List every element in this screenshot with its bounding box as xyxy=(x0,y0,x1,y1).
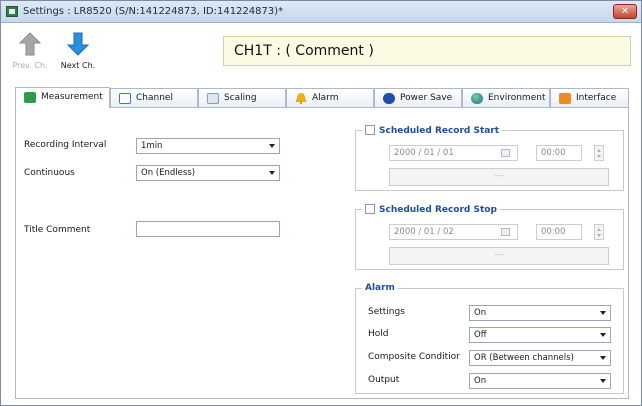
tab-environment[interactable]: Environment xyxy=(462,88,550,107)
tab-channel[interactable]: Channel xyxy=(110,88,198,107)
tab-label: Interface xyxy=(576,93,617,103)
next-channel-label: Next Ch. xyxy=(60,61,96,70)
next-channel-button[interactable]: Next Ch. xyxy=(57,30,97,76)
arrow-down-icon xyxy=(67,32,89,56)
tab-label: Environment xyxy=(488,93,546,103)
continuous-label: Continuous xyxy=(24,168,75,178)
alarm-group: Alarm Settings On Hold Off Composite Con… xyxy=(355,283,624,394)
rss-icon xyxy=(559,93,571,104)
app-icon xyxy=(6,6,18,17)
toolbar: Prev. Ch. Next Ch. CH1T : ( Comment ) xyxy=(1,24,641,82)
chevron-down-icon xyxy=(269,171,275,175)
tab-label: Scaling xyxy=(224,93,257,103)
chevron-down-icon xyxy=(600,379,606,383)
title-comment-input[interactable] xyxy=(136,221,280,237)
recording-interval-label: Recording Interval xyxy=(24,140,107,150)
scheduled-start-checkbox[interactable] xyxy=(365,125,375,135)
scheduled-stop-checkbox[interactable] xyxy=(365,204,375,214)
continuous-value: On (Endless) xyxy=(141,168,196,178)
tab-power-save[interactable]: Power Save xyxy=(374,88,462,107)
window-title: Settings : LR8520 (S/N:141224873, ID:141… xyxy=(23,6,284,17)
channel-icon xyxy=(119,93,131,104)
title-bar: Settings : LR8520 (S/N:141224873, ID:141… xyxy=(1,1,641,23)
arrow-up-icon xyxy=(19,32,41,56)
chevron-down-icon xyxy=(600,333,606,337)
recording-interval-value: 1min xyxy=(141,141,163,151)
stop-time-field[interactable]: 00:00 xyxy=(536,224,582,240)
title-comment-label: Title Comment xyxy=(24,225,91,235)
start-time-field[interactable]: 00:00 xyxy=(536,145,582,161)
alarm-composite-label: Composite Conditior xyxy=(368,352,460,362)
tab-bar: Measurement Channel Scaling Alarm Power … xyxy=(15,87,629,108)
recording-interval-select[interactable]: 1min xyxy=(136,138,280,154)
alarm-bell-icon xyxy=(295,93,307,104)
close-button[interactable]: ✕ xyxy=(613,4,637,19)
alarm-hold-select[interactable]: Off xyxy=(469,327,611,343)
stop-extra-button[interactable]: --- xyxy=(389,247,609,265)
measurement-icon xyxy=(24,92,36,103)
start-extra-button[interactable]: --- xyxy=(389,168,609,186)
alarm-settings-label: Settings xyxy=(368,307,405,317)
stop-date-field[interactable]: 2000 / 01 / 02 xyxy=(389,224,518,240)
tab-label: Measurement xyxy=(41,92,103,102)
tab-interface[interactable]: Interface xyxy=(550,88,629,107)
alarm-output-label: Output xyxy=(368,375,400,385)
start-date-value: 2000 / 01 / 01 xyxy=(394,148,454,158)
alarm-settings-value: On xyxy=(474,308,487,318)
bluetooth-icon xyxy=(383,93,395,104)
tab-measurement[interactable]: Measurement xyxy=(15,87,110,108)
prev-channel-label: Prev. Ch. xyxy=(12,61,48,70)
stop-time-value: 00:00 xyxy=(541,227,566,237)
alarm-composite-value: OR (Between channels) xyxy=(474,353,574,363)
calendar-icon[interactable] xyxy=(501,149,510,157)
alarm-group-title: Alarm xyxy=(362,283,398,293)
tab-label: Alarm xyxy=(312,93,339,103)
scheduled-start-group: Scheduled Record Start 2000 / 01 / 01 00… xyxy=(355,125,624,191)
tab-label: Channel xyxy=(136,93,173,103)
alarm-hold-label: Hold xyxy=(368,329,389,339)
globe-icon xyxy=(471,93,483,104)
channel-title: CH1T : ( Comment ) xyxy=(223,36,631,66)
stop-time-spinner[interactable] xyxy=(594,224,604,240)
start-time-value: 00:00 xyxy=(541,148,566,158)
scaling-icon xyxy=(207,93,219,104)
scheduled-stop-title: Scheduled Record Stop xyxy=(379,205,497,215)
calendar-icon[interactable] xyxy=(501,228,510,236)
alarm-composite-select[interactable]: OR (Between channels) xyxy=(469,350,611,366)
chevron-down-icon xyxy=(269,144,275,148)
continuous-select[interactable]: On (Endless) xyxy=(136,165,280,181)
tab-scaling[interactable]: Scaling xyxy=(198,88,286,107)
chevron-down-icon xyxy=(600,356,606,360)
chevron-down-icon xyxy=(600,311,606,315)
scheduled-start-header[interactable]: Scheduled Record Start xyxy=(362,125,503,136)
tab-label: Power Save xyxy=(400,93,453,103)
start-date-field[interactable]: 2000 / 01 / 01 xyxy=(389,145,518,161)
start-time-spinner[interactable] xyxy=(594,145,604,161)
stop-date-value: 2000 / 01 / 02 xyxy=(394,227,454,237)
alarm-hold-value: Off xyxy=(474,330,487,340)
alarm-output-select[interactable]: On xyxy=(469,373,611,389)
tab-alarm[interactable]: Alarm xyxy=(286,88,374,107)
settings-window: Settings : LR8520 (S/N:141224873, ID:141… xyxy=(0,0,642,406)
scheduled-start-title: Scheduled Record Start xyxy=(379,126,500,136)
measurement-panel: Recording Interval 1min Continuous On (E… xyxy=(15,107,629,399)
scheduled-stop-header[interactable]: Scheduled Record Stop xyxy=(362,204,500,215)
alarm-settings-select[interactable]: On xyxy=(469,305,611,321)
alarm-output-value: On xyxy=(474,376,487,386)
scheduled-stop-group: Scheduled Record Stop 2000 / 01 / 02 00:… xyxy=(355,204,624,270)
prev-channel-button[interactable]: Prev. Ch. xyxy=(9,30,49,76)
